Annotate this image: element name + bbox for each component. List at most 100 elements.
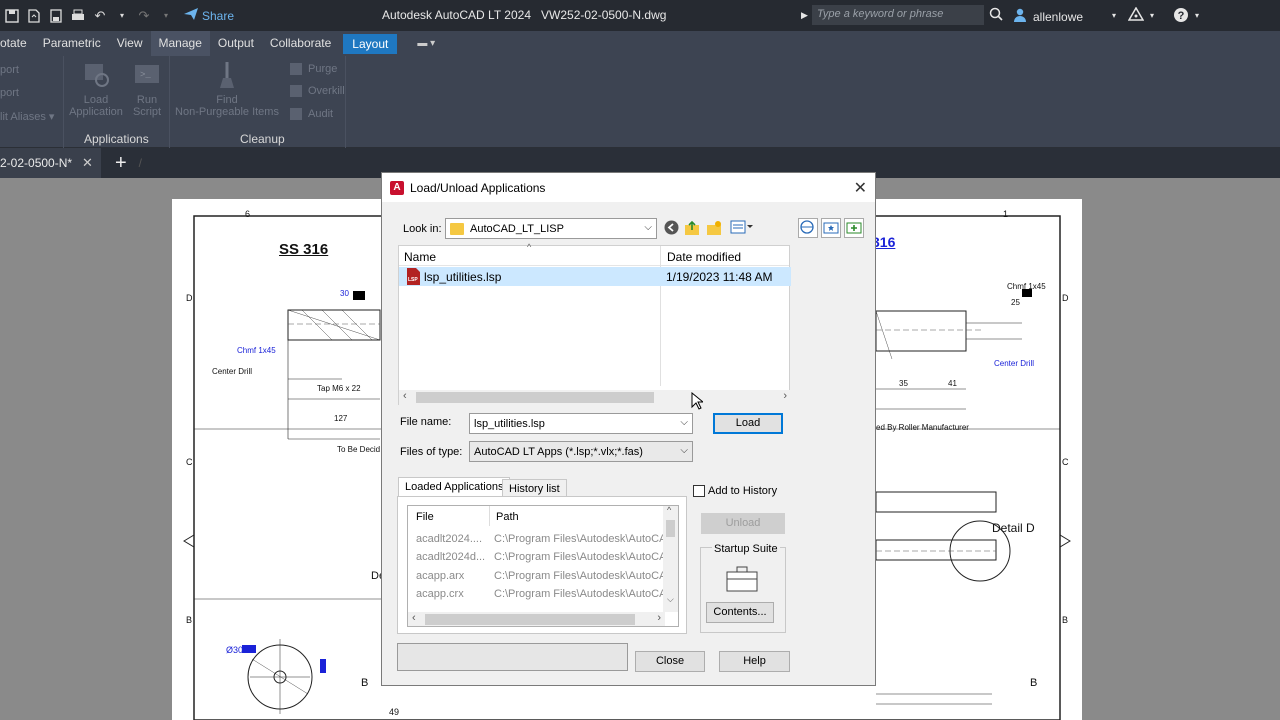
load-button[interactable]: Load	[713, 413, 783, 434]
new-folder-icon[interactable]	[706, 220, 722, 236]
close-button[interactable]: Close	[635, 651, 705, 672]
help-dropdown-icon[interactable]: ▾	[1195, 11, 1199, 20]
tab-loaded-applications[interactable]: Loaded Applications	[398, 477, 511, 496]
new-tab-icon[interactable]: +	[115, 152, 127, 175]
undo-icon[interactable]: ↶	[92, 8, 108, 24]
tab-manage[interactable]: Manage	[150, 31, 210, 56]
detail-d-label: Detail D	[992, 521, 1035, 535]
date-column-header[interactable]: Date modified	[667, 250, 741, 264]
close-icon[interactable]: ✕	[854, 178, 867, 198]
path-column-header[interactable]: Path	[496, 511, 519, 523]
files-of-type-dropdown[interactable]: AutoCAD LT Apps (*.lsp;*.vlx;*.fas) ⌵	[469, 441, 693, 462]
tab-view[interactable]: View	[109, 31, 151, 56]
app-file[interactable]: acapp.crx	[416, 588, 464, 600]
file-name-value: lsp_utilities.lsp	[474, 417, 545, 430]
print-icon[interactable]	[70, 8, 86, 24]
export-item[interactable]: port	[0, 87, 19, 99]
up-folder-icon[interactable]	[684, 220, 700, 236]
border-letter-b-left: B	[186, 615, 193, 625]
app-file[interactable]: acadlt2024....	[416, 533, 482, 545]
look-in-dropdown[interactable]: AutoCAD_LT_LISP ⌵	[445, 218, 657, 239]
find-nonpurgeable-button[interactable]: Find Non-Purgeable Items	[172, 60, 282, 118]
panel-title-cleanup: Cleanup	[240, 132, 285, 146]
tab-output[interactable]: Output	[210, 31, 262, 56]
run-script-button[interactable]: >_ Run Script	[128, 60, 166, 118]
scroll-left-icon[interactable]: ‹	[403, 390, 407, 402]
horizontal-scrollbar[interactable]: ‹ ›	[408, 612, 665, 626]
scroll-up-icon[interactable]: ^	[667, 506, 671, 515]
audit-button[interactable]: Audit	[290, 108, 333, 120]
close-tab-icon[interactable]: ✕	[82, 148, 93, 178]
web-search-icon[interactable]	[798, 218, 818, 238]
unload-button[interactable]: Unload	[701, 513, 785, 534]
file-list[interactable]: Name ^ Date modified LSP lsp_utilities.l…	[398, 242, 791, 405]
load-application-button[interactable]: Load Application	[66, 60, 126, 118]
name-column-header[interactable]: Name	[404, 250, 436, 264]
folder-icon	[450, 222, 464, 235]
favorites-icon[interactable]	[821, 218, 841, 238]
horizontal-scrollbar[interactable]: ‹ ›	[399, 390, 791, 405]
views-menu-icon[interactable]	[729, 220, 755, 236]
undo-dropdown-icon[interactable]: ▾	[114, 8, 130, 24]
share-button[interactable]: Share	[184, 8, 234, 23]
status-box	[397, 643, 628, 671]
purge-button[interactable]: Purge	[290, 63, 337, 75]
section-b-left: B	[361, 677, 369, 689]
save-as-icon[interactable]	[4, 8, 20, 24]
scroll-right-icon[interactable]: ›	[657, 612, 661, 624]
loaded-applications-list[interactable]: File Path acadlt2024.... C:\Program File…	[407, 505, 679, 627]
chamfer-label-right: Chmf 1x45	[1007, 282, 1046, 291]
add-to-history-checkbox[interactable]	[693, 485, 705, 497]
tab-history-list[interactable]: History list	[502, 479, 567, 496]
scrollbar-thumb[interactable]	[425, 614, 635, 625]
help-icon[interactable]: ?	[1173, 7, 1189, 26]
ribbon-options-icon[interactable]: ▬ ▾	[417, 38, 435, 49]
ribbon-panel: port port lit Aliases ▾ Load Application…	[0, 56, 1280, 148]
overkill-button[interactable]: Overkill	[290, 85, 345, 97]
tab-parametric[interactable]: Parametric	[35, 31, 109, 56]
help-button[interactable]: Help	[719, 651, 790, 672]
autodesk-app-icon[interactable]	[1127, 6, 1145, 24]
file-name-input[interactable]: lsp_utilities.lsp ⌵	[469, 413, 693, 434]
user-account[interactable]: allenlowe	[1013, 8, 1083, 25]
scrollbar-thumb[interactable]	[666, 520, 675, 537]
scroll-down-icon[interactable]: ⌵	[667, 594, 674, 605]
redo-icon[interactable]: ↷	[136, 8, 152, 24]
purge-icon	[290, 63, 302, 75]
file-column-header[interactable]: File	[416, 511, 434, 523]
search-icon[interactable]	[989, 7, 1003, 24]
save-icon[interactable]	[48, 8, 64, 24]
chevron-right-icon[interactable]: ▶	[801, 10, 808, 21]
help-search-input[interactable]: Type a keyword or phrase	[812, 5, 984, 25]
scroll-left-icon[interactable]: ‹	[412, 612, 416, 624]
file-row[interactable]: LSP lsp_utilities.lsp 1/19/2023 11:48 AM	[399, 267, 791, 286]
document-tab[interactable]: 2-02-0500-N* ✕	[0, 148, 101, 178]
open-icon[interactable]	[26, 8, 42, 24]
border-letter-d-right: D	[1062, 293, 1069, 303]
tab-layout[interactable]: Layout	[343, 33, 398, 54]
contents-button[interactable]: Contents...	[706, 602, 774, 623]
import-item[interactable]: port	[0, 64, 19, 76]
chevron-down-icon[interactable]: ⌵	[680, 417, 688, 428]
redo-dropdown-icon[interactable]: ▾	[158, 8, 174, 24]
app-file[interactable]: acadlt2024d...	[416, 551, 485, 563]
add-favorite-icon[interactable]	[844, 218, 864, 238]
add-to-history-label: Add to History	[708, 485, 778, 497]
user-dropdown-icon[interactable]: ▾	[1112, 11, 1116, 20]
dialog-title-bar[interactable]: A Load/Unload Applications ✕	[382, 173, 875, 202]
border-number-1: 1	[1003, 209, 1009, 219]
back-icon[interactable]	[663, 220, 679, 236]
app-dropdown-icon[interactable]: ▾	[1150, 11, 1154, 20]
app-path: C:\Program Files\Autodesk\AutoCA	[494, 551, 667, 563]
dialog-title: Load/Unload Applications	[410, 180, 546, 195]
tab-annotate[interactable]: otate	[0, 31, 35, 56]
tab-collaborate[interactable]: Collaborate	[262, 31, 339, 56]
scroll-right-icon[interactable]: ›	[783, 390, 787, 402]
dim-label: 30	[340, 289, 349, 298]
vertical-scrollbar[interactable]: ^ ⌵	[663, 506, 678, 612]
border-number-6: 6	[245, 209, 251, 219]
purge-label: Purge	[308, 63, 338, 75]
edit-aliases-item[interactable]: lit Aliases ▾	[0, 110, 54, 123]
app-file[interactable]: acapp.arx	[416, 570, 464, 582]
scrollbar-thumb[interactable]	[416, 392, 654, 403]
